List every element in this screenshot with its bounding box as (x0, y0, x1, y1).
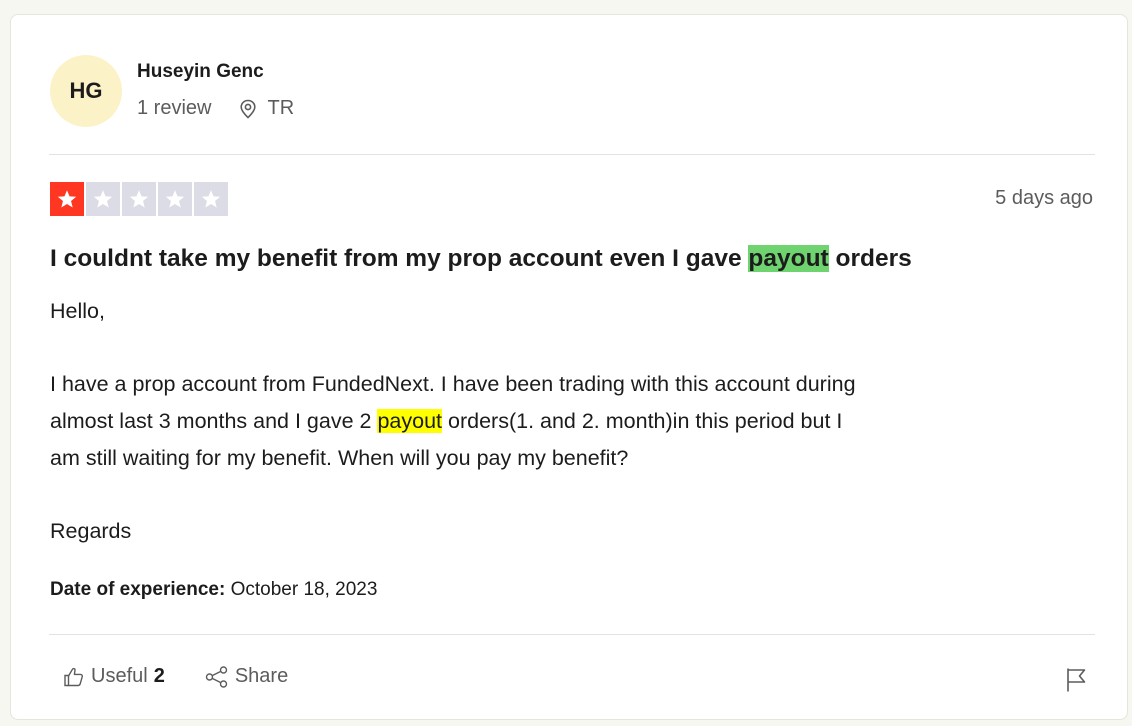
experience-date: October 18, 2023 (230, 579, 378, 600)
title-text-start: I couldnt take my benefit from my prop a… (50, 245, 749, 272)
date-of-experience: Date of experience: October 18, 2023 (50, 579, 377, 601)
star-icon (122, 182, 156, 216)
avatar-initials: HG (69, 78, 103, 103)
footer-divider (49, 634, 1095, 635)
review-closing: Regards (50, 519, 132, 543)
share-label: Share (234, 665, 289, 687)
star-icon (86, 182, 120, 216)
paragraph-line-2: almost last 3 months and I gave 2 payout… (50, 403, 1090, 440)
star-icon (194, 182, 228, 216)
experience-label: Date of experience: (50, 579, 226, 600)
line2-text-end: orders(1. and 2. month)in this period bu… (442, 409, 843, 433)
title-highlight: payout (748, 245, 829, 272)
line2-text-start: almost last 3 months and I gave 2 (50, 409, 378, 433)
reviewer-meta: 1 review TR (137, 97, 294, 120)
flag-icon[interactable] (1065, 667, 1087, 693)
review-actions: Useful 2 Share (63, 665, 288, 688)
reviewer-name[interactable]: Huseyin Genc (137, 61, 264, 83)
star-rating (50, 182, 228, 216)
review-date-ago[interactable]: 5 days ago (995, 187, 1093, 210)
share-button[interactable]: Share (205, 665, 288, 688)
review-paragraph: I have a prop account from FundedNext. I… (50, 366, 1090, 477)
useful-button[interactable]: Useful 2 (63, 665, 165, 688)
body-highlight: payout (377, 409, 443, 433)
review-card: HG Huseyin Genc 1 review TR 5 days ago I… (10, 14, 1128, 720)
share-icon (205, 665, 235, 688)
useful-label: Useful (91, 665, 148, 687)
reviewer-country: TR (267, 97, 295, 119)
review-title[interactable]: I couldnt take my benefit from my prop a… (50, 245, 912, 273)
star-icon (158, 182, 192, 216)
title-text-end: orders (828, 245, 912, 272)
header-divider (49, 154, 1095, 155)
avatar[interactable]: HG (50, 55, 122, 127)
review-greeting: Hello, (50, 299, 105, 323)
paragraph-line-3: am still waiting for my benefit. When wi… (50, 446, 629, 470)
star-icon (50, 182, 84, 216)
location-icon (239, 99, 257, 119)
thumbs-up-icon (63, 666, 91, 688)
paragraph-line-1: I have a prop account from FundedNext. I… (50, 372, 856, 396)
useful-count: 2 (153, 665, 165, 687)
review-count: 1 review (137, 97, 212, 119)
